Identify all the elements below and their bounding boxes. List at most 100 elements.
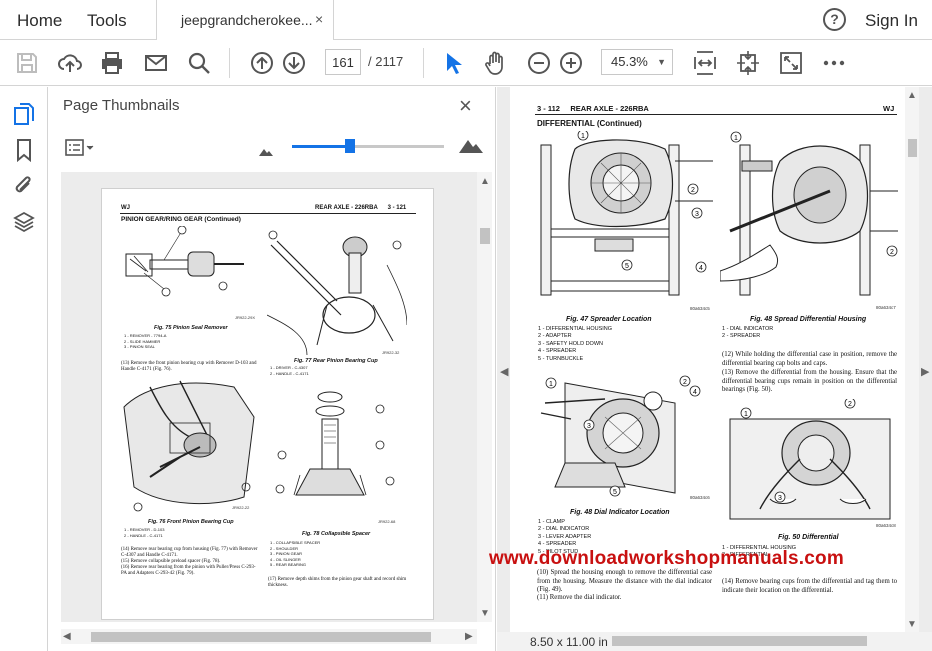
bookmark-icon[interactable]: [12, 138, 36, 163]
figure-rear-pinion-bearing-cup: [267, 230, 407, 355]
fit-page-icon[interactable]: [735, 50, 761, 76]
scroll-up-icon[interactable]: ▲: [907, 90, 917, 101]
email-icon[interactable]: [143, 50, 169, 76]
scrollbar-thumb[interactable]: [908, 139, 917, 157]
toolbar-separator: [423, 48, 424, 78]
tools-tab[interactable]: Tools: [87, 11, 127, 31]
thumbnail-scroll-area[interactable]: WJ REAR AXLE - 226RBA 3 - 121 PINION GEA…: [61, 172, 491, 622]
print-icon[interactable]: [99, 50, 125, 76]
search-icon[interactable]: [186, 50, 212, 76]
thumb-para-14: (14) Remove rear bearing cup from housin…: [121, 547, 258, 558]
legend-item: 1 - CLAMP: [538, 519, 565, 525]
zoom-select[interactable]: 45.3% ▼: [601, 49, 673, 75]
scroll-right-icon[interactable]: ▶: [465, 631, 473, 642]
fig76-caption: Fig. 76 Front Pinion Bearing Cup: [148, 519, 234, 525]
hand-icon[interactable]: [483, 50, 509, 76]
save-icon[interactable]: [14, 50, 40, 76]
panel-title: Page Thumbnails: [63, 97, 180, 114]
fig50-code: 80a634c8: [876, 523, 896, 528]
svg-text:2: 2: [848, 401, 852, 408]
svg-text:5: 5: [613, 489, 617, 496]
figure-collapsible-spacer: [275, 391, 395, 496]
doc-para-12: (12) While holding the differential case…: [722, 351, 897, 367]
svg-text:4: 4: [693, 389, 697, 396]
thumb-para-16: (16) Remove rear bearing from the pinion…: [121, 565, 256, 576]
svg-text:2: 2: [691, 187, 695, 194]
fit-width-icon[interactable]: [692, 50, 718, 76]
small-thumbnail-icon[interactable]: [258, 144, 274, 162]
thumbnail-horizontal-scrollbar[interactable]: ◀ ▶: [61, 629, 477, 644]
status-bar: 8.50 x 11.00 in: [497, 632, 932, 651]
legend-item: 1 - REMOVER - D-103: [124, 527, 165, 532]
fig77-legend: 1 - DRIVER - C-4307 2 - HANDLE - C-4171: [270, 365, 309, 376]
page-thumbnail[interactable]: WJ REAR AXLE - 226RBA 3 - 121 PINION GEA…: [101, 188, 434, 620]
thumbnail-options-icon[interactable]: [65, 139, 95, 157]
svg-text:3: 3: [778, 495, 782, 502]
fig75-legend: 1 - REMOVER - 7794-A 2 - SLIDE HAMMER 3 …: [124, 333, 166, 350]
zoom-in-icon[interactable]: [558, 50, 584, 76]
svg-text:3: 3: [587, 423, 591, 430]
home-tab[interactable]: Home: [17, 11, 62, 31]
legend-item: 5 - REAR BEARING: [270, 562, 307, 567]
legend-item: 1 - DRIVER - C-4307: [270, 365, 308, 370]
horizontal-scrollbar-thumb[interactable]: [612, 636, 867, 646]
legend-item: 1 - REMOVER - 7794-A: [124, 333, 167, 338]
layers-icon[interactable]: [12, 210, 36, 234]
scroll-down-icon[interactable]: ▼: [480, 608, 490, 619]
scroll-up-icon[interactable]: ▲: [480, 176, 490, 187]
chevron-down-icon: ▼: [657, 57, 666, 67]
legend-item: 3 - LEVER ADAPTER: [538, 533, 592, 540]
figure-differential: 1 2 3: [729, 399, 891, 520]
sign-in-button[interactable]: Sign In: [865, 11, 918, 31]
page-number-input[interactable]: [325, 49, 361, 75]
fig48a-legend: 1 - DIAL INDICATOR 2 - SPREADER: [722, 326, 773, 341]
select-cursor-icon[interactable]: [440, 50, 466, 76]
legend-item: 2 - DIAL INDICATOR: [538, 526, 590, 533]
svg-text:4: 4: [699, 265, 703, 272]
page-down-icon[interactable]: [281, 50, 307, 76]
scroll-down-icon[interactable]: ▼: [907, 619, 917, 630]
legend-item: 2 - SPREADER: [722, 333, 761, 340]
slider-handle[interactable]: [344, 139, 355, 153]
pages-icon[interactable]: [12, 102, 36, 126]
scroll-left-icon[interactable]: ◀: [63, 631, 71, 642]
figure-dial-indicator-location: 1 2 3 4 5: [540, 375, 701, 497]
thumb-para-14-16: (14) Remove rear bearing cup from housin…: [121, 547, 261, 577]
thumb-header-right: REAR AXLE - 226RBA 3 - 121: [315, 205, 407, 211]
help-icon[interactable]: ?: [823, 8, 846, 31]
fig47-caption: Fig. 47 Spreader Location: [566, 316, 652, 323]
slider-fill: [292, 145, 350, 148]
document-vertical-scrollbar[interactable]: ▲ ▼: [905, 87, 919, 632]
scrollbar-thumb[interactable]: [480, 228, 490, 244]
upload-icon[interactable]: [57, 50, 83, 76]
thumbnail-size-slider[interactable]: [292, 139, 444, 153]
page-size-label: 8.50 x 11.00 in: [530, 635, 608, 649]
full-screen-icon[interactable]: [778, 50, 804, 76]
collapse-panel-icon[interactable]: ◀: [500, 365, 508, 378]
close-panel-icon[interactable]: ×: [459, 93, 472, 119]
page-total: / 2117: [368, 54, 404, 69]
tab-bar: Home Tools jeepgrandcherokee... × ? Sign…: [0, 0, 932, 40]
thumbnails-panel: Page Thumbnails × WJ REAR AXLE - 226RBA …: [48, 87, 496, 651]
page-up-icon[interactable]: [249, 50, 275, 76]
svg-text:2: 2: [683, 379, 687, 386]
svg-text:1: 1: [549, 381, 553, 388]
expand-panel-icon[interactable]: ▶: [921, 365, 929, 378]
svg-text:1: 1: [581, 133, 585, 140]
fig48b-caption: Fig. 48 Dial Indicator Location: [570, 509, 670, 516]
doc-para-10: (10) Spread the housing enough to remove…: [537, 569, 712, 594]
page-header-rule: [535, 114, 897, 115]
more-icon[interactable]: [821, 50, 847, 76]
legend-item: 1 - COLLAPSIBLE SPACER: [270, 540, 321, 545]
attachment-icon[interactable]: [12, 174, 36, 198]
close-tab-icon[interactable]: ×: [315, 11, 323, 27]
svg-text:1: 1: [734, 135, 738, 142]
scrollbar-thumb[interactable]: [91, 632, 431, 642]
zoom-out-icon[interactable]: [526, 50, 552, 76]
fig77-code: JR922-32: [382, 350, 400, 355]
toolbar-separator: [229, 48, 230, 78]
thumb-para-13: (13) Remove the front pinion bearing cup…: [121, 361, 257, 372]
large-thumbnail-icon[interactable]: [458, 138, 484, 159]
document-tab[interactable]: jeepgrandcherokee... ×: [156, 0, 334, 40]
svg-text:1: 1: [744, 411, 748, 418]
